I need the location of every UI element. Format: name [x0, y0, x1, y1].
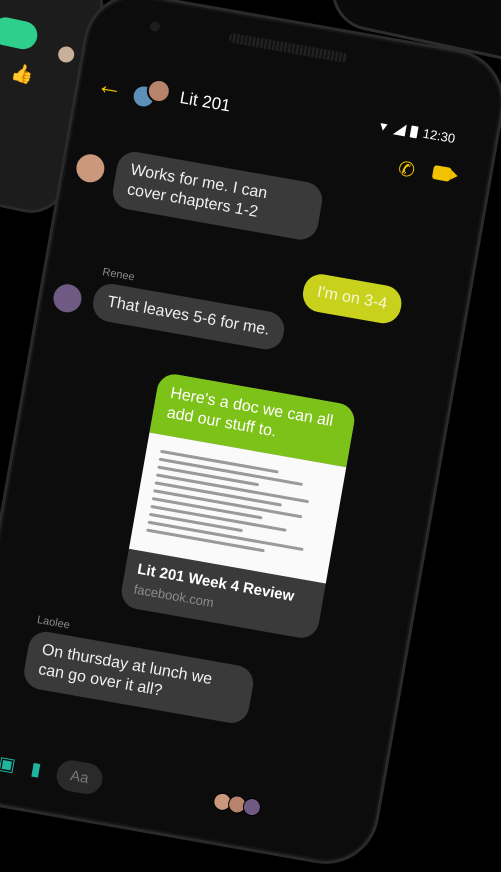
avatar[interactable] — [74, 152, 107, 185]
background-bubble — [0, 14, 40, 52]
message-input[interactable]: Aa — [53, 757, 105, 797]
video-icon[interactable] — [431, 164, 452, 182]
chat-screen: ▼ 12:30 ← Lit 201 ✆ Works for me. I can … — [0, 54, 486, 867]
wifi-icon: ▼ — [376, 118, 391, 135]
mic-icon[interactable]: ▮ — [29, 758, 42, 780]
status-bar: ▼ 12:30 — [377, 118, 457, 146]
chat-title[interactable]: Lit 201 — [178, 88, 232, 117]
status-time: 12:30 — [421, 125, 457, 147]
message-bubble-self[interactable]: I'm on 3-4 — [300, 271, 404, 326]
seen-avatars — [211, 791, 263, 818]
avatar[interactable] — [51, 282, 84, 315]
image-icon[interactable]: ▣ — [0, 753, 17, 777]
shared-link-card[interactable]: Here's a doc we can all add our stuff to… — [118, 371, 358, 641]
signal-icon — [393, 122, 408, 136]
message-bubble[interactable]: That leaves 5-6 for me. — [90, 281, 287, 352]
seen-avatar — [241, 796, 263, 818]
front-camera — [149, 20, 161, 33]
header-actions: ✆ — [396, 156, 452, 190]
back-arrow-icon[interactable]: ← — [95, 68, 126, 102]
battery-icon — [410, 125, 420, 139]
message-bubble[interactable]: On thursday at lunch we can go over it a… — [21, 629, 256, 726]
composer-bar: ● ▣ ▮ Aa — [0, 743, 105, 797]
chat-header: ← Lit 201 — [95, 68, 233, 121]
phone-frame: ▼ 12:30 ← Lit 201 ✆ Works for me. I can … — [0, 0, 501, 872]
message-bubble[interactable]: Works for me. I can cover chapters 1-2 — [110, 149, 325, 243]
sender-name: Laolee — [36, 614, 71, 632]
group-avatar[interactable] — [129, 75, 173, 111]
thumbs-up-icon: 👍 — [9, 61, 36, 86]
background-avatar — [56, 44, 76, 64]
phone-icon[interactable]: ✆ — [396, 156, 417, 184]
sender-name: Renee — [101, 266, 136, 284]
speaker-grille — [228, 32, 349, 64]
